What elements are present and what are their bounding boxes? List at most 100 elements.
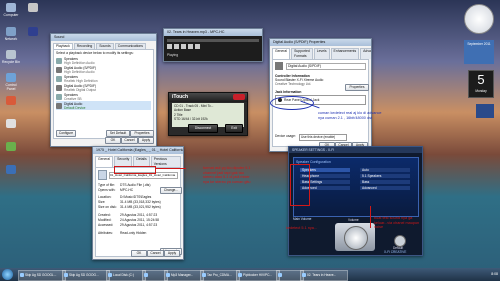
apply-button[interactable]: Apply xyxy=(138,137,154,144)
device-item[interactable]: Digital Audio (S/PDIF) High Definition Au… xyxy=(56,65,151,74)
stop-icon[interactable] xyxy=(181,44,186,49)
desktop-icon-7[interactable] xyxy=(2,142,20,152)
taskbar-item[interactable]: 02. Tears in Heave... xyxy=(300,270,348,281)
pause-icon[interactable] xyxy=(174,44,179,49)
sound-titlebar[interactable]: Sound xyxy=(51,34,156,41)
ok-button[interactable]: OK xyxy=(105,137,121,144)
test-sound-annotation: buat test sound nya ga keluar...via chan… xyxy=(374,216,420,230)
arrow-line xyxy=(370,206,371,228)
tab-supported-formats[interactable]: Supported Formats xyxy=(291,48,313,59)
date-gadget[interactable]: 5 Monday xyxy=(468,70,494,98)
clock-gadget[interactable] xyxy=(464,4,494,34)
desktop-icon-computer[interactable]: Computer xyxy=(2,3,20,17)
play-icon[interactable] xyxy=(167,44,172,49)
app-icon xyxy=(6,165,16,174)
desktop-icon-control[interactable]: Control Panel xyxy=(2,73,20,91)
desktop-icon-recycle[interactable]: Recycle Bin xyxy=(2,50,20,64)
network-icon xyxy=(6,27,16,36)
volume-knob[interactable] xyxy=(344,226,368,250)
itouch-close-icon[interactable] xyxy=(233,94,245,100)
xfi-option[interactable]: Bass xyxy=(360,180,410,184)
volume-label: Volume xyxy=(348,218,359,222)
taskbar-item[interactable]: Local Disk (C:) xyxy=(106,270,146,281)
device-item-selected[interactable]: Digital Audio Default Device xyxy=(56,101,151,110)
next-icon[interactable] xyxy=(195,44,200,49)
usage-label: Device usage: xyxy=(275,134,296,138)
app-icon xyxy=(6,142,16,151)
tab-enhancements[interactable]: Enhancements xyxy=(330,48,360,59)
apply-button[interactable]: Apply xyxy=(164,250,180,257)
seek-bar[interactable] xyxy=(167,39,259,42)
taskbar: Skip Ag SD GOOGL... Skip Ag SD GOOG... L… xyxy=(0,268,500,281)
field-row: Location: D:\Music\DTS\Eagles xyxy=(98,195,152,199)
cancel-button[interactable]: Cancel xyxy=(147,250,164,257)
xfi-options: Auto 5.1 Speakers Bass Advanced xyxy=(360,168,410,190)
prev-icon[interactable] xyxy=(188,44,193,49)
player-titlebar[interactable]: 02. Tears in Heaven.mp3 - MPC-HC xyxy=(164,29,262,36)
speaker-icon xyxy=(56,75,62,82)
volume-panel xyxy=(335,223,375,251)
desktop-icon-6[interactable] xyxy=(2,119,20,129)
taskbar-item[interactable]: Skip Ag SD GOOG... xyxy=(62,270,110,281)
xfi-option[interactable]: Advanced xyxy=(360,186,410,190)
recycle-bin-icon xyxy=(6,50,16,59)
arrow-line xyxy=(155,168,186,169)
computer-icon xyxy=(6,3,16,12)
calendar-month: September 2011 xyxy=(467,42,491,46)
xfi-option[interactable]: 5.1 Speakers xyxy=(360,174,410,178)
desktop-icon-10[interactable] xyxy=(24,27,42,37)
field-row: Size on disk: 31.4 MB (33,021,952 bytes) xyxy=(98,205,161,209)
desktop-icon-5[interactable] xyxy=(2,96,20,106)
start-button[interactable] xyxy=(2,269,13,280)
device-item[interactable]: Speakers Realtek High Definition xyxy=(56,74,151,83)
cancel-button[interactable]: Cancel xyxy=(121,137,138,144)
format-annotation: format asli yg klo diputer 5.1 channel j… xyxy=(203,166,251,184)
desktop-icon-9[interactable] xyxy=(24,3,42,13)
file-properties-window: 1975 _ Hotel California (Eagles_ _ 01 _ … xyxy=(92,146,184,260)
itouch-row: STD 16/44 / 32-bit 192k xyxy=(174,116,208,121)
exit-button[interactable]: Exit xyxy=(225,124,243,133)
digital-audio-properties-window: Digital Audio (S/PDIF) Properties Genera… xyxy=(269,38,372,152)
disconnect-button[interactable]: Disconnect xyxy=(188,124,218,133)
app-icon xyxy=(28,27,38,36)
taskbar-item[interactable]: Mp3 Manager... xyxy=(164,270,204,281)
taskbar-item[interactable]: Tax Pro_CDMA... xyxy=(200,270,240,281)
xfi-option[interactable]: Auto xyxy=(360,168,410,172)
device-item[interactable]: Speakers Creative SB xyxy=(56,92,151,101)
device-usage-select[interactable]: Use this device (enable) xyxy=(299,134,347,141)
calendar-gadget[interactable]: September 2011 xyxy=(464,40,494,64)
device-header: Digital Audio (S/PDIF) xyxy=(273,60,368,72)
date-dayname: Monday xyxy=(475,89,487,93)
speaker-icon xyxy=(56,93,62,100)
taskbar-item[interactable]: Skip Ag SD GOOGL... xyxy=(18,270,66,281)
speaker-icon xyxy=(56,57,62,64)
device-list[interactable]: Speakers High Definition Audio Digital Au… xyxy=(54,56,153,110)
ok-button[interactable]: OK xyxy=(131,250,147,257)
device-item[interactable]: Speakers High Definition Audio xyxy=(56,56,151,65)
properties-button[interactable]: Properties xyxy=(130,130,154,137)
xfi-brand: X-Fi CREATIVE xyxy=(384,250,407,254)
controller-properties-button[interactable]: Properties xyxy=(345,84,369,91)
configure-button[interactable]: Configure xyxy=(56,130,76,137)
device-name-field[interactable]: Digital Audio (S/PDIF) xyxy=(286,62,366,70)
type-highlight-box xyxy=(114,166,156,174)
meter-gadget[interactable] xyxy=(476,104,494,118)
taskbar-clock[interactable]: 8:08 xyxy=(491,270,498,279)
player-controls xyxy=(167,44,200,49)
device-item[interactable]: Digital Audio (S/PDIF) Realtek Digital Ou… xyxy=(56,83,151,92)
digital-tabs: General Supported Formats Levels Enhance… xyxy=(270,46,371,59)
set-default-button[interactable]: Set Default xyxy=(106,130,130,137)
change-button[interactable]: Change... xyxy=(160,187,182,194)
desktop-icon-8[interactable] xyxy=(2,165,20,175)
xfi-title: SPEAKER SETTINGS - X-FI xyxy=(289,147,422,153)
spdif-icon xyxy=(56,102,62,109)
desktop-icon-network[interactable]: Network xyxy=(2,27,20,41)
tab-advanced[interactable]: Advanced xyxy=(360,48,371,59)
file-props-titlebar[interactable]: 1975 _ Hotel California (Eagles_ _ 01 _ … xyxy=(93,147,183,154)
tab-levels[interactable]: Levels xyxy=(313,48,330,59)
tab-general[interactable]: General xyxy=(272,48,291,59)
taskbar-item[interactable]: Pipblocker HIV/PC... xyxy=(236,270,280,281)
digital-titlebar[interactable]: Digital Audio (S/PDIF) Properties xyxy=(270,39,371,46)
kedetect-annotation: cuman kedetect real aj klo di advance ny… xyxy=(318,111,382,120)
tab-general[interactable]: General xyxy=(95,156,114,167)
